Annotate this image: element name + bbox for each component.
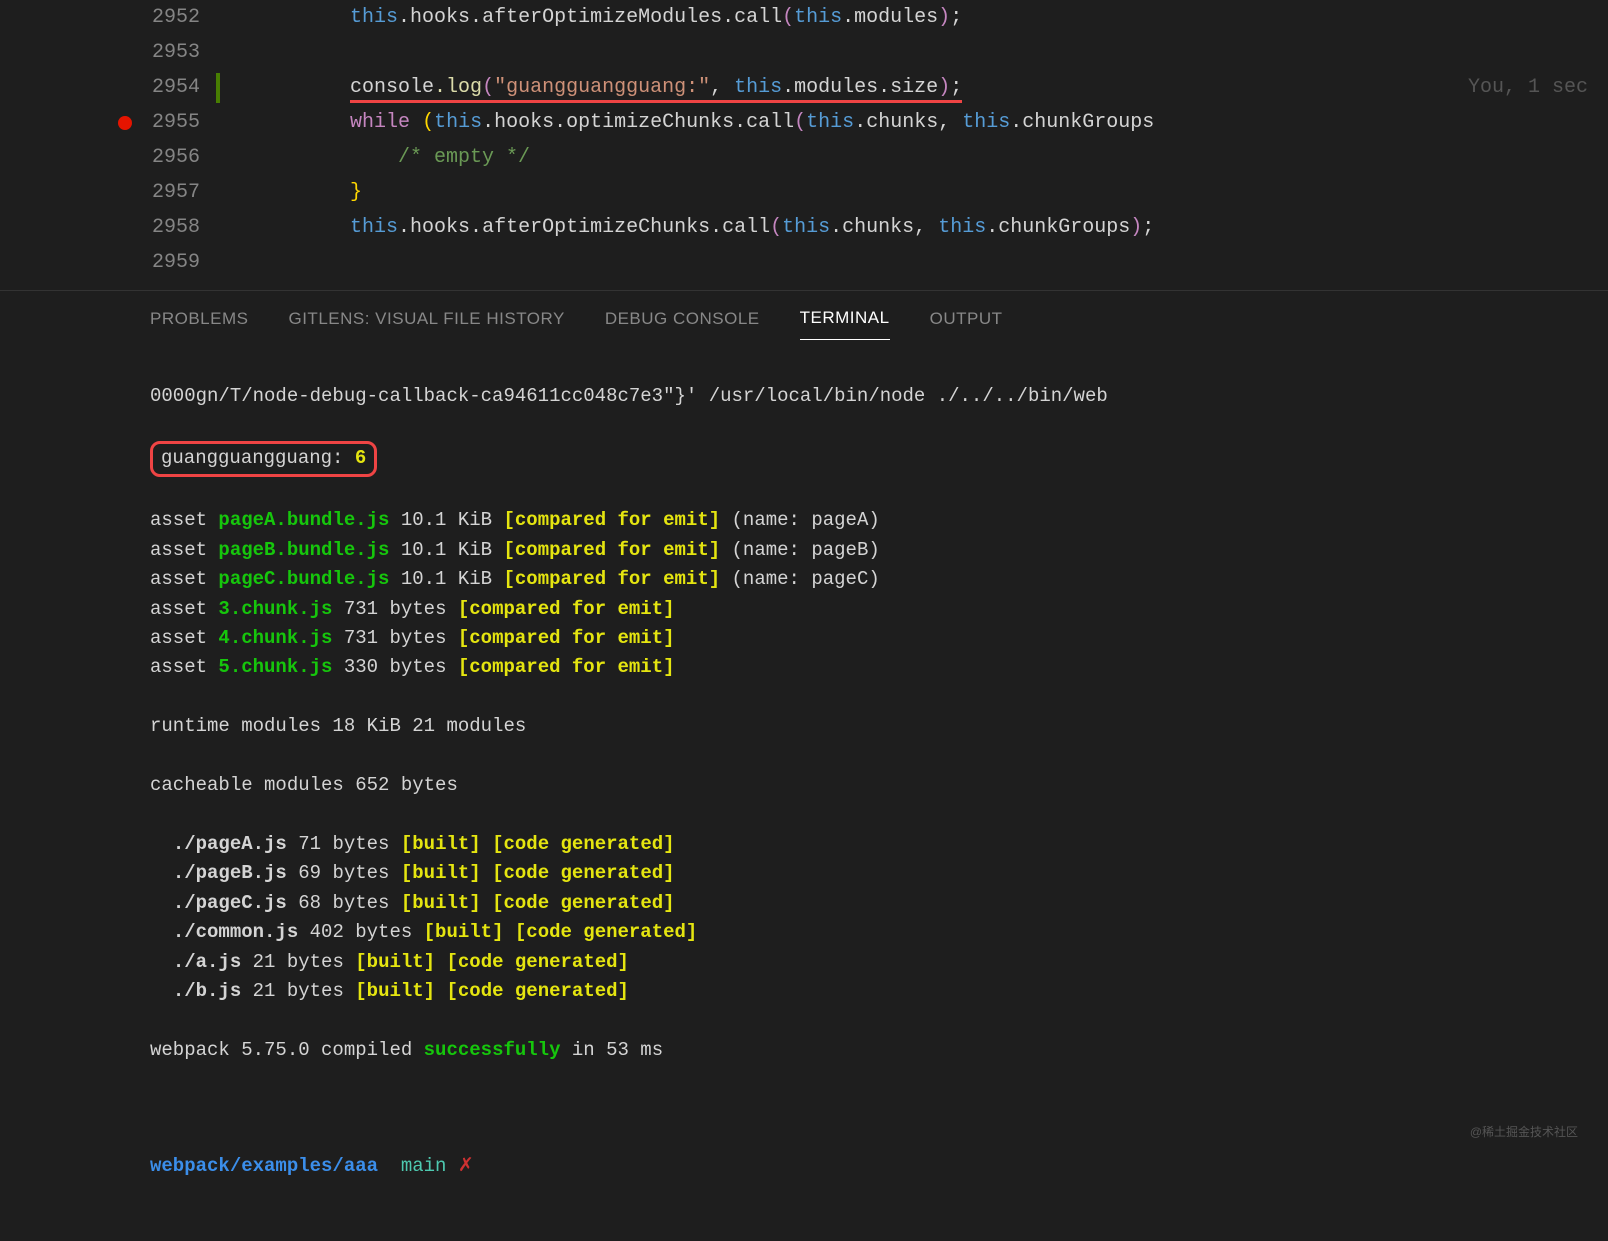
- tab-problems[interactable]: PROBLEMS: [150, 305, 248, 340]
- breakpoint-icon[interactable]: [118, 116, 132, 130]
- terminal-line: cacheable modules 652 bytes: [150, 771, 1578, 800]
- code[interactable]: }: [230, 176, 1608, 210]
- line-number: 2958: [152, 211, 200, 245]
- terminal-line: runtime modules 18 KiB 21 modules: [150, 712, 1578, 741]
- gutter[interactable]: 2959: [0, 246, 230, 280]
- terminal-line: 0000gn/T/node-debug-callback-ca94611cc04…: [150, 382, 1578, 411]
- editor-pane[interactable]: 2952 this.hooks.afterOptimizeModules.cal…: [0, 0, 1608, 290]
- modified-indicator: [216, 73, 220, 103]
- code[interactable]: /* empty */: [230, 141, 1608, 175]
- tab-terminal[interactable]: TERMINAL: [800, 304, 890, 340]
- tab-debug-console[interactable]: DEBUG CONSOLE: [605, 305, 760, 340]
- watermark: @稀土掘金技术社区: [1470, 1122, 1578, 1142]
- terminal-built-line: ./a.js 21 bytes [built] [code generated]: [150, 948, 1578, 977]
- gutter[interactable]: 2957: [0, 176, 230, 210]
- terminal-built-line: ./pageB.js 69 bytes [built] [code genera…: [150, 859, 1578, 888]
- line-number: 2952: [152, 1, 200, 35]
- gutter[interactable]: 2955: [0, 106, 230, 140]
- gutter[interactable]: 2956: [0, 141, 230, 175]
- terminal-built-line: ./pageC.js 68 bytes [built] [code genera…: [150, 889, 1578, 918]
- code-line[interactable]: 2954 console.log("guangguangguang:", thi…: [0, 70, 1608, 105]
- terminal-asset-line: asset pageA.bundle.js 10.1 KiB [compared…: [150, 506, 1578, 535]
- tab-gitlens[interactable]: GITLENS: VISUAL FILE HISTORY: [288, 305, 564, 340]
- line-number: 2959: [152, 246, 200, 280]
- code[interactable]: this.hooks.afterOptimizeModules.call(thi…: [230, 1, 1608, 35]
- terminal-line: webpack 5.75.0 compiled successfully in …: [150, 1036, 1578, 1065]
- terminal-built-line: ./pageA.js 71 bytes [built] [code genera…: [150, 830, 1578, 859]
- code-line[interactable]: 2959: [0, 245, 1608, 280]
- terminal-asset-line: asset 3.chunk.js 731 bytes [compared for…: [150, 595, 1578, 624]
- gutter[interactable]: 2953: [0, 36, 230, 70]
- panel-tabs: PROBLEMS GITLENS: VISUAL FILE HISTORY DE…: [0, 291, 1608, 341]
- gutter[interactable]: 2952: [0, 1, 230, 35]
- terminal-prompt[interactable]: webpack/examples/aaa main ✗: [150, 1152, 1578, 1181]
- code-line[interactable]: 2952 this.hooks.afterOptimizeModules.cal…: [0, 0, 1608, 35]
- code-line[interactable]: 2955 while (this.hooks.optimizeChunks.ca…: [0, 105, 1608, 140]
- terminal-content[interactable]: 0000gn/T/node-debug-callback-ca94611cc04…: [0, 341, 1608, 1241]
- gutter[interactable]: 2954: [0, 71, 230, 105]
- git-blame: You, 1 sec: [1468, 71, 1588, 105]
- gutter[interactable]: 2958: [0, 211, 230, 245]
- terminal-line-highlight: guangguangguang: 6: [150, 441, 1578, 476]
- panel: PROBLEMS GITLENS: VISUAL FILE HISTORY DE…: [0, 290, 1608, 1172]
- line-number: 2954: [152, 71, 200, 105]
- line-number: 2957: [152, 176, 200, 210]
- code[interactable]: while (this.hooks.optimizeChunks.call(th…: [230, 106, 1608, 140]
- code-line[interactable]: 2956 /* empty */: [0, 140, 1608, 175]
- code-line[interactable]: 2958 this.hooks.afterOptimizeChunks.call…: [0, 210, 1608, 245]
- line-number: 2955: [152, 106, 200, 140]
- line-number: 2956: [152, 141, 200, 175]
- code[interactable]: console.log("guangguangguang:", this.mod…: [230, 71, 1608, 105]
- terminal-asset-line: asset 4.chunk.js 731 bytes [compared for…: [150, 624, 1578, 653]
- code[interactable]: this.hooks.afterOptimizeChunks.call(this…: [230, 211, 1608, 245]
- line-number: 2953: [152, 36, 200, 70]
- terminal-asset-line: asset 5.chunk.js 330 bytes [compared for…: [150, 653, 1578, 682]
- terminal-asset-line: asset pageB.bundle.js 10.1 KiB [compared…: [150, 536, 1578, 565]
- terminal-built-line: ./common.js 402 bytes [built] [code gene…: [150, 918, 1578, 947]
- tab-output[interactable]: OUTPUT: [930, 305, 1003, 340]
- code-line[interactable]: 2957 }: [0, 175, 1608, 210]
- terminal-asset-line: asset pageC.bundle.js 10.1 KiB [compared…: [150, 565, 1578, 594]
- code-line[interactable]: 2953: [0, 35, 1608, 70]
- terminal-built-line: ./b.js 21 bytes [built] [code generated]: [150, 977, 1578, 1006]
